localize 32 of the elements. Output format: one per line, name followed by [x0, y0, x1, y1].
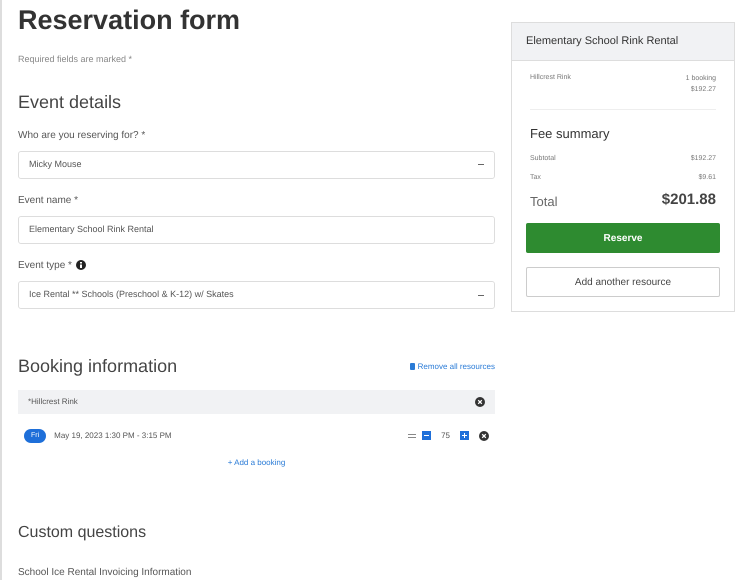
required-note: Required fields are marked *: [18, 53, 134, 66]
remove-link[interactable]: Remove all resources: [410, 360, 495, 373]
input-field[interactable]: Elementary School Rink Rental: [18, 216, 495, 244]
resource-name: *Hillcrest Rink: [28, 396, 78, 408]
field-label: Who are you reserving for? *: [18, 128, 146, 142]
card-title: Elementary School Rink Rental: [526, 35, 680, 48]
section-heading: Custom questions: [18, 523, 148, 543]
minus-icon: [424, 435, 430, 436]
plus-button[interactable]: [460, 431, 469, 440]
field-label: Event type *: [18, 258, 72, 273]
info-icon[interactable]: [76, 260, 86, 270]
section-heading: Event details: [18, 90, 122, 114]
add-resource-button[interactable]: Add another resource: [526, 267, 720, 297]
page-title: Reservation form: [18, 5, 242, 35]
dropdown-field[interactable]: Micky Mouse: [18, 150, 495, 179]
minus-button[interactable]: [422, 431, 432, 440]
booking-time: May 19, 2023 1:30 PM - 3:15 PM: [54, 430, 173, 442]
close-icon[interactable]: [475, 396, 485, 407]
plus-icon: [462, 433, 467, 438]
close-icon[interactable]: [479, 430, 489, 441]
attendee-count: 75: [441, 430, 450, 442]
reserve-button[interactable]: Reserve: [526, 223, 720, 253]
field-label: Event name *: [18, 194, 78, 208]
caret-icon: [478, 294, 484, 296]
subsection-heading: School Ice Rental Invoicing Information: [18, 566, 192, 580]
caret-icon: [478, 164, 484, 166]
section-heading: Booking information: [18, 355, 178, 378]
total-value: $201.88: [662, 190, 716, 210]
total-label: Total: [530, 192, 558, 210]
fee-heading: Fee summary: [530, 125, 610, 143]
dropdown-field[interactable]: Ice Rental ** Schools (Preschool & K-12) w/ Skates: [18, 280, 495, 310]
add-booking-link[interactable]: + Add a booking: [228, 457, 286, 469]
